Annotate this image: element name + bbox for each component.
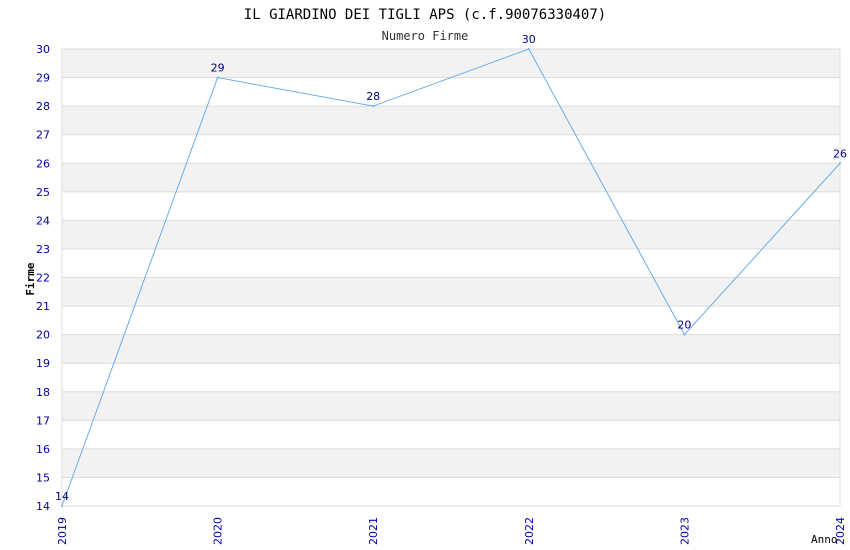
x-axis-tick-labels: 2019 2020 2021 2022 2023 2024: [56, 517, 847, 545]
y-tick-label: 29: [36, 72, 50, 85]
y-tick-label: 15: [36, 471, 50, 484]
x-axis-title: Anno: [811, 533, 838, 546]
x-tick-label: 2019: [56, 517, 69, 545]
data-point: [216, 76, 219, 79]
x-tick-label: 2022: [523, 517, 536, 545]
plot-band: [62, 163, 840, 192]
x-tick-label: 2020: [212, 517, 225, 545]
plot-band: [62, 106, 840, 135]
data-point: [61, 505, 63, 507]
y-tick-label: 16: [36, 443, 50, 456]
plot-band: [62, 49, 840, 78]
data-point: [372, 105, 375, 108]
plot-band: [62, 306, 840, 335]
data-label: 20: [677, 319, 691, 332]
y-tick-label: 30: [36, 43, 50, 56]
y-tick-label: 24: [36, 214, 50, 227]
y-axis-tick-labels: 14 15 16 17 18 19 20 21 22 23 24 25 26 27 28 29 30: [36, 43, 50, 513]
data-label: 30: [522, 33, 536, 46]
data-point: [839, 162, 841, 165]
data-point: [683, 333, 686, 336]
data-label: 14: [55, 490, 69, 503]
y-tick-label: 19: [36, 357, 50, 370]
y-tick-label: 21: [36, 300, 50, 313]
plot-band: [62, 334, 840, 364]
y-axis-title: Firme: [24, 262, 37, 295]
chart-container: IL GIARDINO DEI TIGLI APS (c.f.900763304…: [0, 0, 850, 550]
plot-band: [62, 134, 840, 164]
plot-band: [62, 191, 840, 221]
plot-band: [62, 220, 840, 249]
y-tick-label: 28: [36, 100, 50, 113]
data-label: 28: [366, 90, 380, 103]
y-tick-label: 14: [36, 500, 50, 513]
chart-title: IL GIARDINO DEI TIGLI APS (c.f.900763304…: [244, 7, 606, 23]
y-tick-label: 22: [36, 272, 50, 285]
x-tick-label: 2023: [678, 517, 691, 545]
y-tick-label: 26: [36, 157, 50, 170]
plot-band: [62, 477, 840, 506]
plot-band: [62, 363, 840, 392]
x-tick-label: 2021: [367, 517, 380, 545]
plot-band: [62, 448, 840, 478]
chart-subtitle: Numero Firme: [382, 29, 469, 43]
plot-band: [62, 391, 840, 421]
y-tick-label: 20: [36, 329, 50, 342]
plot-band: [62, 77, 840, 107]
plot-band: [62, 248, 840, 278]
data-label: 26: [833, 147, 847, 160]
line-chart: IL GIARDINO DEI TIGLI APS (c.f.900763304…: [24, 7, 847, 546]
y-tick-label: 27: [36, 129, 50, 142]
data-point: [527, 48, 530, 50]
y-tick-label: 18: [36, 386, 50, 399]
data-label: 29: [211, 62, 225, 75]
plot-band: [62, 420, 840, 449]
y-tick-label: 17: [36, 414, 50, 427]
y-tick-label: 23: [36, 243, 50, 256]
y-tick-label: 25: [36, 186, 50, 199]
